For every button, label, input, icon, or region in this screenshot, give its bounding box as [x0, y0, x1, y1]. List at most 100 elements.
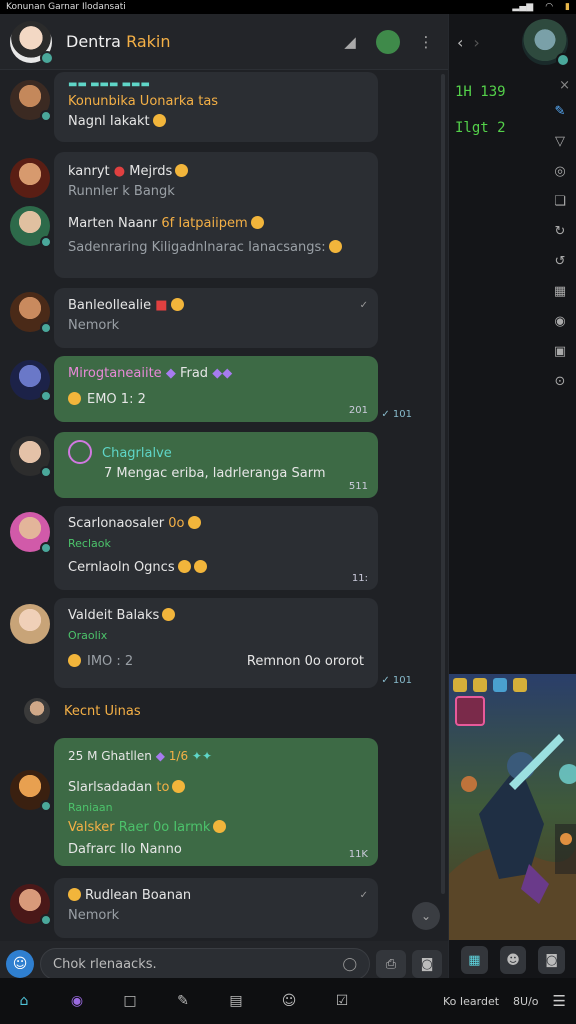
- bottom-label: 8U/o: [513, 994, 539, 1008]
- ability-icon[interactable]: [455, 696, 485, 726]
- image-icon[interactable]: ▣: [551, 344, 569, 360]
- message-bubble[interactable]: Chagrlalve 7 Mengac eriba, ladrleranga S…: [54, 432, 378, 498]
- message-line: Reclaok: [68, 537, 111, 550]
- calendar-icon[interactable]: ▦: [551, 284, 569, 300]
- attach-icon: ⎙: [385, 956, 397, 972]
- message-line: Rudlean Boanan: [68, 886, 364, 906]
- message-line: Chagrlalve: [68, 440, 364, 464]
- back-icon[interactable]: ‹: [457, 33, 463, 52]
- sender-avatar[interactable]: [24, 698, 50, 724]
- chat-header: Dentra Rakin ◢ ⋮: [0, 14, 448, 70]
- verified-badge-icon: [40, 50, 54, 65]
- pen-icon[interactable]: ✎: [551, 104, 569, 120]
- attach-button[interactable]: ⎙: [376, 950, 406, 978]
- document-icon[interactable]: ▤: [222, 987, 250, 1015]
- wifi-icon: ◠: [545, 2, 554, 12]
- chat-panel: Dentra Rakin ◢ ⋮ ▬▬ ▬▬▬ ▬▬▬ Konunbika Uo…: [0, 14, 448, 1024]
- layers-icon[interactable]: ❏: [551, 194, 569, 210]
- scrollbar[interactable]: [441, 74, 445, 894]
- message-line: Valdeit Balaks: [68, 606, 364, 626]
- message-bubble[interactable]: 25 M Ghatllen ◆ 1/6 ✦✦ Slarlsadadan to R…: [54, 738, 378, 866]
- message-input[interactable]: Chok rlenaacks. ◯: [40, 948, 370, 980]
- camera-button[interactable]: ◙: [412, 950, 442, 978]
- scroll-down-button[interactable]: ⌄: [412, 902, 440, 930]
- mute-icon[interactable]: ◢: [338, 30, 362, 54]
- emoji-icon: [250, 216, 264, 229]
- message-line: EMO 1: 2: [68, 390, 364, 410]
- message-line: Nemork: [68, 318, 120, 333]
- camera-icon[interactable]: ◙: [538, 946, 566, 974]
- search-icon[interactable]: ◯: [342, 957, 357, 972]
- sender-avatar[interactable]: [10, 604, 50, 644]
- circle-icon[interactable]: ◎: [551, 164, 569, 180]
- message-bubble[interactable]: Valdeit Balaks Oraolix IMO : 2 Remnon 0o …: [54, 598, 412, 688]
- online-badge-icon: [40, 390, 52, 402]
- check-icon[interactable]: ☑: [328, 987, 356, 1015]
- bottom-label: Ko Ieardet: [443, 994, 500, 1008]
- message-line: 7 Mengac eriba, ladrleranga Sarm: [104, 466, 326, 481]
- chevron-down-icon: ⌄: [420, 909, 432, 923]
- chevron-icon[interactable]: ⊙: [551, 374, 569, 390]
- sender-avatar[interactable]: [10, 512, 52, 554]
- pen-icon[interactable]: ✎: [169, 987, 197, 1015]
- menu-icon[interactable]: ☰: [553, 992, 566, 1010]
- emoji-icon: [68, 392, 81, 405]
- game-hud: [453, 678, 527, 692]
- refresh-icon[interactable]: ↻: [551, 224, 569, 240]
- undo-icon[interactable]: ↺: [551, 254, 569, 270]
- home-icon[interactable]: ⌂: [10, 987, 38, 1015]
- status-icons: ▂▄▆ ◠ ▮: [512, 2, 570, 12]
- camera-icon: ◙: [420, 956, 434, 972]
- more-vert-icon[interactable]: ⋮: [414, 30, 438, 54]
- message-line: Slarlsadadan to: [68, 778, 364, 798]
- message-bubble[interactable]: Scarlonaosaler 0o Reclaok Cernlaoln Ognc…: [54, 506, 378, 590]
- message-bubble[interactable]: kanryt ● Mejrds Runnler k Bangk Marten N…: [54, 152, 378, 278]
- game-artwork[interactable]: [449, 674, 576, 940]
- chat-title[interactable]: Dentra Rakin: [66, 32, 338, 51]
- message-line: Sadenraring Kiligadnlnarac Ianacsangs:: [68, 238, 364, 258]
- header-avatar[interactable]: [10, 20, 54, 65]
- message-bubble[interactable]: Banleollealie ■ Nemork ✓: [54, 288, 378, 348]
- user-icon[interactable]: ☻: [499, 946, 527, 974]
- smile-icon[interactable]: ☺: [275, 987, 303, 1015]
- sender-avatar[interactable]: [10, 292, 52, 334]
- game-badge-icon: [68, 440, 92, 464]
- side-pane-actions: ▦ ☻ ◙: [449, 942, 576, 978]
- emoji-icon: [162, 608, 176, 621]
- header-mini-avatar-icon[interactable]: [376, 29, 400, 54]
- filter-icon[interactable]: ▽: [551, 134, 569, 150]
- emoji-icon: [172, 780, 186, 793]
- message-line: Dafrarc Ilo Nanno: [68, 842, 182, 857]
- emoji-icon: [213, 820, 227, 833]
- message-list[interactable]: ▬▬ ▬▬▬ ▬▬▬ Konunbika Uonarka tas Nagnl I…: [0, 72, 448, 952]
- stop-icon[interactable]: ◉: [551, 314, 569, 330]
- code-line: 1H 139: [455, 84, 506, 100]
- close-icon[interactable]: ×: [559, 78, 570, 93]
- message-bubble[interactable]: Rudlean Boanan Nemork ✓: [54, 878, 378, 938]
- message-bubble[interactable]: Mirogtaneaiite ◆ Frad ◆◆ EMO 1: 2 201 ✓ …: [54, 356, 412, 422]
- sender-avatar[interactable]: [10, 360, 52, 402]
- message-bubble[interactable]: ▬▬ ▬▬▬ ▬▬▬ Konunbika Uonarka tas Nagnl I…: [54, 72, 378, 142]
- message-input-placeholder: Chok rlenaacks.: [53, 956, 157, 972]
- emoji-icon: [187, 516, 201, 529]
- side-pane-avatar[interactable]: [522, 19, 570, 67]
- sender-avatar[interactable]: [10, 884, 52, 926]
- forward-icon[interactable]: ›: [473, 33, 479, 52]
- sender-avatar[interactable]: [10, 770, 52, 812]
- online-badge-icon: [40, 542, 52, 554]
- square-icon[interactable]: □: [116, 987, 144, 1015]
- sender-avatar[interactable]: [10, 80, 52, 122]
- emoji-icon: [170, 298, 184, 311]
- chat-title-main: Dentra: [66, 32, 121, 51]
- sender-avatar[interactable]: [10, 436, 52, 478]
- emoji-button[interactable]: ☺: [6, 950, 34, 978]
- tool-column: ✎ ▽ ◎ ❏ ↻ ↺ ▦ ◉ ▣ ⊙: [551, 104, 569, 390]
- grid-icon[interactable]: ▦: [461, 946, 488, 974]
- online-badge-icon: [40, 322, 52, 334]
- emoji-icon: [177, 560, 191, 573]
- hud-slot-icon: [453, 678, 467, 692]
- app-icon[interactable]: ◉: [63, 987, 91, 1015]
- sender-avatar[interactable]: [10, 206, 52, 248]
- sender-avatar[interactable]: [10, 158, 50, 198]
- battery-icon: ▮: [565, 2, 570, 12]
